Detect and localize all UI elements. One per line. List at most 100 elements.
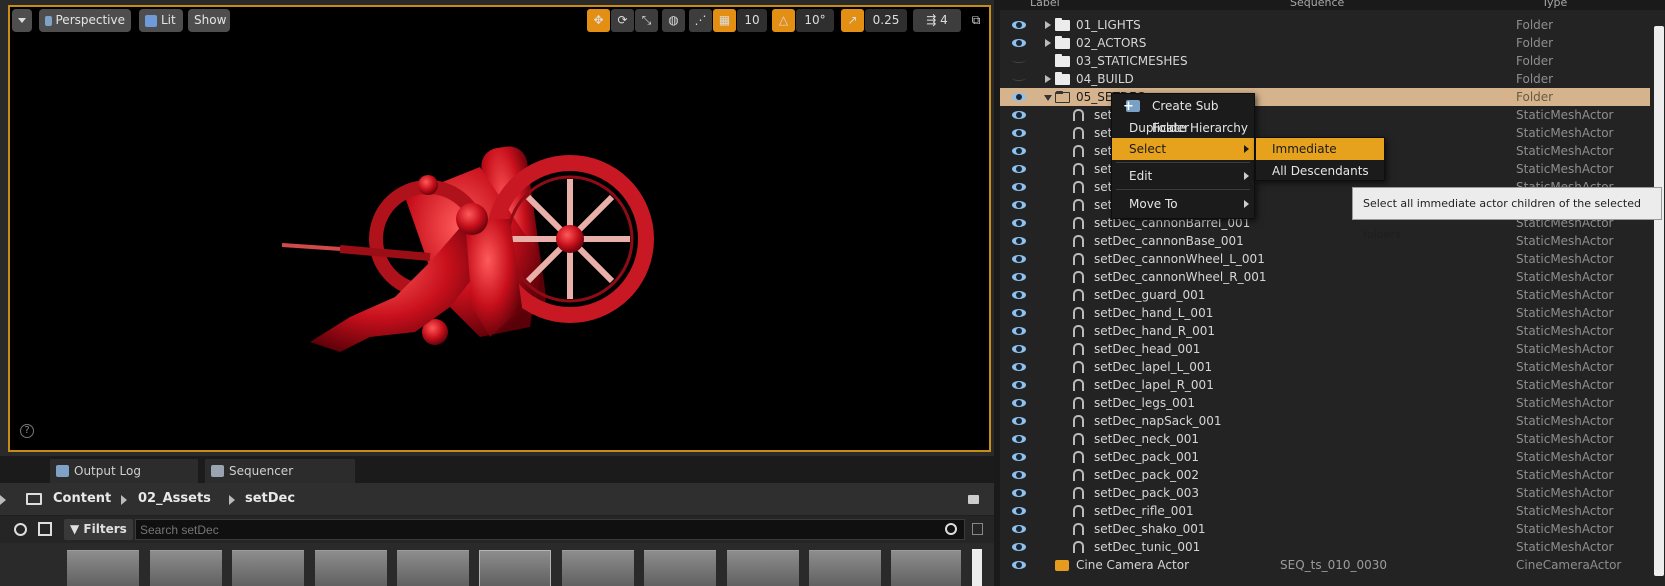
filters-button[interactable]: ▼ Filters <box>64 519 133 540</box>
show-button[interactable]: Show <box>188 9 230 32</box>
move-to-item[interactable]: Move To <box>1112 193 1254 215</box>
asset-thumbnail[interactable] <box>891 550 961 586</box>
visibility-eye-icon[interactable] <box>1012 525 1026 533</box>
search-icon[interactable] <box>14 523 27 536</box>
immediate-children-item[interactable]: Immediate Children <box>1256 138 1384 178</box>
visibility-eye-icon[interactable] <box>1012 381 1026 389</box>
asset-thumbnail[interactable] <box>727 550 799 586</box>
visibility-eye-icon[interactable] <box>1012 471 1026 479</box>
outliner-actor-row[interactable]: setDec_hand_L_001 StaticMeshActor <box>1000 304 1650 322</box>
history-arrow-icon[interactable] <box>0 495 6 505</box>
edit-item[interactable]: Edit <box>1112 165 1254 187</box>
visibility-eye-icon[interactable] <box>1012 453 1026 461</box>
visibility-eye-icon[interactable] <box>1012 543 1026 551</box>
level-viewport[interactable]: Perspective Lit Show ✥ ⟳ ⤡ ◍ ⋰ ▦ 10 △ 10… <box>0 0 994 456</box>
visibility-eye-icon[interactable] <box>1012 111 1026 119</box>
list-view-icon[interactable] <box>38 522 52 536</box>
breadcrumb-content[interactable]: Content <box>53 491 111 506</box>
visibility-eye-icon[interactable] <box>1012 435 1026 443</box>
tab-output-log[interactable]: Output Log <box>50 459 198 483</box>
asset-thumbnail[interactable] <box>644 550 716 586</box>
world-space-icon[interactable]: ◍ <box>662 9 685 32</box>
grid-snap-icon[interactable]: ▦ <box>713 9 736 32</box>
asset-grid-scrollbar[interactable] <box>972 549 982 586</box>
outliner-actor-row[interactable]: setDec_neck_001 StaticMeshActor <box>1000 430 1650 448</box>
outliner-folder-row[interactable]: 02_ACTORS Folder <box>1000 34 1650 52</box>
visibility-eye-icon[interactable] <box>1012 345 1026 353</box>
column-sequence[interactable]: Sequence <box>1290 0 1344 9</box>
outliner-actor-row[interactable]: setDec_shako_001 StaticMeshActor <box>1000 520 1650 538</box>
tab-sequencer[interactable]: Sequencer <box>205 459 355 483</box>
visibility-eye-icon[interactable] <box>1012 489 1026 497</box>
outliner-actor-row[interactable]: setDec_cannonBase_001 StaticMeshActor <box>1000 232 1650 250</box>
all-descendants-item[interactable]: All Descendants <box>1256 160 1384 182</box>
maximize-viewport-icon[interactable]: ⧉ <box>967 9 985 32</box>
outliner-folder-row[interactable]: 01_LIGHTS Folder <box>1000 16 1650 34</box>
create-sub-folder-item[interactable]: Create Sub Folder <box>1112 95 1254 135</box>
surface-snap-icon[interactable]: ⋰ <box>689 9 712 32</box>
expand-arrow-icon[interactable] <box>1045 39 1051 47</box>
search-icon[interactable] <box>945 523 957 535</box>
asset-thumbnail[interactable] <box>315 550 387 586</box>
outliner-actor-row[interactable]: setDec_napSack_001 StaticMeshActor <box>1000 412 1650 430</box>
expand-arrow-icon[interactable] <box>1045 21 1051 29</box>
translate-tool-icon[interactable]: ✥ <box>587 9 610 32</box>
asset-thumbnail[interactable] <box>479 550 551 586</box>
column-label[interactable]: Label <box>1030 0 1060 9</box>
visibility-eye-icon[interactable] <box>1012 237 1026 245</box>
outliner-actor-row[interactable]: setDec_lapel_R_001 StaticMeshActor <box>1000 376 1650 394</box>
outliner-actor-row[interactable]: setDec_lapel_L_001 StaticMeshActor <box>1000 358 1650 376</box>
perspective-button[interactable]: Perspective <box>39 9 131 32</box>
visibility-eye-icon[interactable] <box>1012 507 1026 515</box>
column-type[interactable]: Type <box>1542 0 1567 9</box>
asset-thumbnail[interactable] <box>150 550 222 586</box>
lock-icon[interactable] <box>968 495 979 504</box>
outliner-actor-row[interactable]: setDec_guard_001 StaticMeshActor <box>1000 286 1650 304</box>
breadcrumb-02-assets[interactable]: 02_Assets <box>138 491 211 506</box>
cannon-and-soldier-mesh[interactable] <box>10 7 993 454</box>
outliner-folder-row[interactable]: 04_BUILD Folder <box>1000 70 1650 88</box>
asset-thumbnail[interactable] <box>67 550 139 586</box>
visibility-eye-icon[interactable] <box>1012 327 1026 335</box>
scale-snap-value[interactable]: 0.25 <box>865 9 907 32</box>
asset-thumbnail[interactable] <box>562 550 634 586</box>
visibility-eye-icon[interactable] <box>1012 21 1026 29</box>
breadcrumb-separator-icon[interactable] <box>229 495 235 505</box>
outliner-actor-row[interactable]: setDec_pack_001 StaticMeshActor <box>1000 448 1650 466</box>
breadcrumb-setdec[interactable]: setDec <box>245 491 295 506</box>
asset-thumbnail[interactable] <box>809 550 881 586</box>
outliner-actor-row[interactable]: setDeStaticMeshActor <box>1000 106 1650 124</box>
visibility-eye-icon[interactable] <box>1012 129 1026 137</box>
viewport-canvas[interactable] <box>8 5 991 452</box>
visibility-eye-icon[interactable] <box>1012 201 1026 209</box>
help-icon[interactable]: ? <box>20 424 34 438</box>
search-input[interactable] <box>135 519 965 540</box>
rotation-snap-icon[interactable]: △ <box>772 9 795 32</box>
outliner-actor-row[interactable]: setDec_hand_R_001 StaticMeshActor <box>1000 322 1650 340</box>
visibility-eye-icon[interactable] <box>1012 75 1026 81</box>
visibility-eye-icon[interactable] <box>1012 93 1026 101</box>
outliner-folder-row[interactable]: 05_SETDECFolder <box>1000 88 1650 106</box>
visibility-eye-icon[interactable] <box>1012 57 1026 63</box>
visibility-eye-icon[interactable] <box>1012 363 1026 371</box>
outliner-actor-row[interactable]: setDec_head_001 StaticMeshActor <box>1000 340 1650 358</box>
expand-arrow-icon[interactable] <box>1045 75 1051 83</box>
duplicate-hierarchy-item[interactable]: Duplicate Hierarchy <box>1112 117 1254 139</box>
scale-snap-icon[interactable]: ↗ <box>841 9 864 32</box>
visibility-eye-icon[interactable] <box>1012 219 1026 227</box>
rotation-snap-value[interactable]: 10° <box>796 9 834 32</box>
visibility-eye-icon[interactable] <box>1012 417 1026 425</box>
grid-snap-value[interactable]: 10 <box>737 9 767 32</box>
visibility-eye-icon[interactable] <box>1012 561 1026 569</box>
save-search-icon[interactable] <box>972 523 983 535</box>
outliner-actor-row[interactable]: setDec_legs_001 StaticMeshActor <box>1000 394 1650 412</box>
visibility-eye-icon[interactable] <box>1012 255 1026 263</box>
outliner-actor-row[interactable]: setDec_tunic_001 StaticMeshActor <box>1000 538 1650 556</box>
rotate-tool-icon[interactable]: ⟳ <box>611 9 634 32</box>
outliner-actor-row[interactable]: setDec_cannonWheel_L_001 StaticMeshActor <box>1000 250 1650 268</box>
outliner-scrollbar[interactable] <box>1654 26 1664 576</box>
visibility-eye-icon[interactable] <box>1012 291 1026 299</box>
collapse-arrow-icon[interactable] <box>1044 95 1052 105</box>
camera-speed-button[interactable]: ⇶ 4 <box>913 9 961 32</box>
visibility-eye-icon[interactable] <box>1012 183 1026 191</box>
